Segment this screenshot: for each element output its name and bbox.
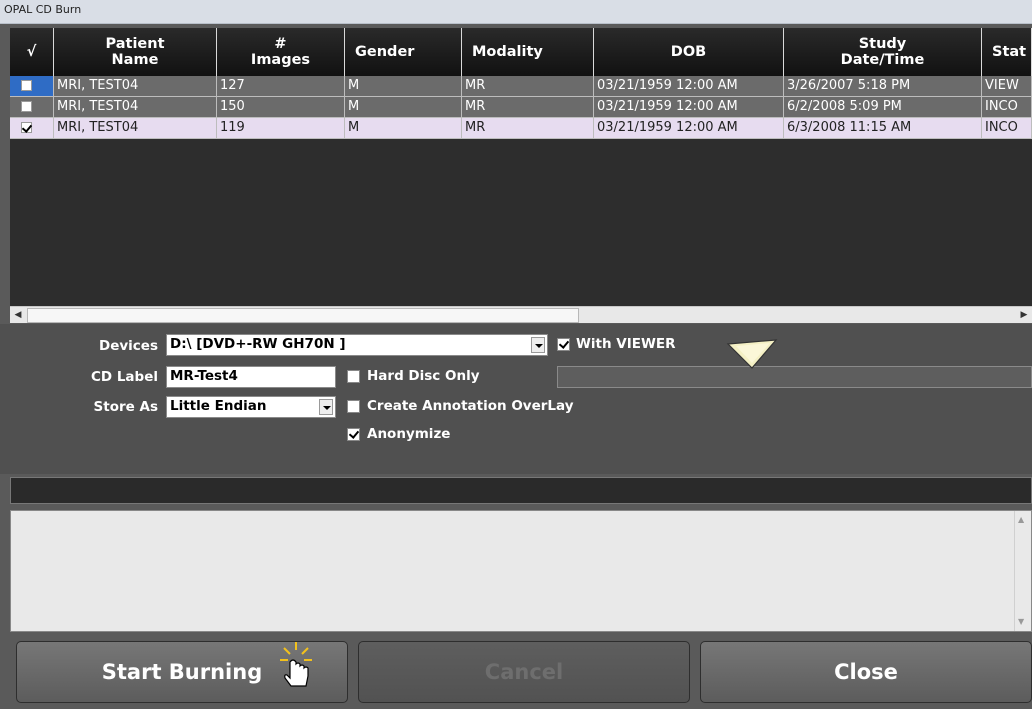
cell-images: 119 bbox=[217, 118, 345, 139]
progress-bar bbox=[10, 477, 1032, 504]
row-checkbox-checked[interactable] bbox=[21, 122, 32, 133]
cell-modality: MR bbox=[462, 118, 594, 139]
chevron-down-icon[interactable] bbox=[531, 337, 545, 353]
devices-label: Devices bbox=[99, 338, 158, 354]
cell-dob: 03/21/1959 12:00 AM bbox=[594, 76, 784, 97]
chevron-down-icon[interactable] bbox=[319, 399, 333, 415]
disc-path-field[interactable] bbox=[557, 366, 1032, 388]
pointer-arrow-icon bbox=[726, 339, 778, 369]
cell-status: INCO bbox=[982, 118, 1032, 139]
study-grid[interactable]: √ Patient Name # Images Gender Modality … bbox=[10, 28, 1032, 322]
cell-gender: M bbox=[345, 76, 462, 97]
with-viewer-checkbox[interactable] bbox=[557, 338, 570, 351]
annotation-overlay-checkbox[interactable] bbox=[347, 400, 360, 413]
scroll-thumb[interactable] bbox=[27, 308, 579, 323]
grid-header: √ Patient Name # Images Gender Modality … bbox=[10, 28, 1032, 76]
hard-disc-only-checkbox[interactable] bbox=[347, 370, 360, 383]
scroll-right-icon[interactable]: ▶ bbox=[1016, 307, 1032, 323]
cancel-button[interactable]: Cancel bbox=[358, 641, 690, 703]
header-modality[interactable]: Modality bbox=[462, 28, 594, 76]
cell-images: 127 bbox=[217, 76, 345, 97]
scroll-left-icon[interactable]: ◀ bbox=[10, 307, 26, 323]
close-button[interactable]: Close bbox=[700, 641, 1032, 703]
cell-gender: M bbox=[345, 118, 462, 139]
cell-patient-name: MRI, TEST04 bbox=[54, 76, 217, 97]
header-status[interactable]: Stat bbox=[982, 28, 1032, 76]
header-patient-name[interactable]: Patient Name bbox=[54, 28, 217, 76]
row-checkbox[interactable] bbox=[21, 80, 32, 91]
store-as-label: Store As bbox=[93, 399, 158, 415]
anonymize-checkbox[interactable] bbox=[347, 428, 360, 441]
header-study-datetime[interactable]: Study Date/Time bbox=[784, 28, 982, 76]
hand-cursor-icon bbox=[280, 642, 312, 687]
with-viewer-label: With VIEWER bbox=[576, 336, 676, 352]
cell-patient-name: MRI, TEST04 bbox=[54, 118, 217, 139]
vertical-scrollbar[interactable]: ▲ ▼ bbox=[1014, 511, 1031, 631]
button-row: Start Burning Cancel Close bbox=[0, 633, 1032, 709]
cell-modality: MR bbox=[462, 97, 594, 118]
cell-study-datetime: 6/3/2008 11:15 AM bbox=[784, 118, 982, 139]
devices-value: D:\ [DVD+-RW GH70N ] bbox=[170, 336, 346, 352]
header-dob[interactable]: DOB bbox=[594, 28, 784, 76]
table-row-selected[interactable]: MRI, TEST04 119 M MR 03/21/1959 12:00 AM… bbox=[10, 118, 1032, 139]
cd-label-label: CD Label bbox=[91, 369, 158, 385]
annotation-overlay-label: Create Annotation OverLay bbox=[367, 398, 574, 414]
cell-images: 150 bbox=[217, 97, 345, 118]
table-row[interactable]: MRI, TEST04 150 M MR 03/21/1959 12:00 AM… bbox=[10, 97, 1032, 118]
anonymize-label: Anonymize bbox=[367, 426, 451, 442]
cell-modality: MR bbox=[462, 76, 594, 97]
header-gender[interactable]: Gender bbox=[345, 28, 462, 76]
header-check[interactable]: √ bbox=[10, 28, 54, 76]
hard-disc-only-label: Hard Disc Only bbox=[367, 368, 480, 384]
cell-dob: 03/21/1959 12:00 AM bbox=[594, 97, 784, 118]
horizontal-scrollbar[interactable]: ◀ ▶ bbox=[10, 306, 1032, 323]
cell-gender: M bbox=[345, 97, 462, 118]
cd-label-input[interactable]: MR-Test4 bbox=[166, 366, 336, 388]
table-row[interactable]: MRI, TEST04 127 M MR 03/21/1959 12:00 AM… bbox=[10, 76, 1032, 97]
scroll-down-icon[interactable]: ▼ bbox=[1018, 617, 1024, 626]
cell-status: VIEW bbox=[982, 76, 1032, 97]
cell-status: INCO bbox=[982, 97, 1032, 118]
header-images[interactable]: # Images bbox=[217, 28, 345, 76]
cell-study-datetime: 6/2/2008 5:09 PM bbox=[784, 97, 982, 118]
window-title: OPAL CD Burn bbox=[0, 0, 1032, 24]
scroll-up-icon[interactable]: ▲ bbox=[1018, 515, 1024, 524]
cell-dob: 03/21/1959 12:00 AM bbox=[594, 118, 784, 139]
cell-patient-name: MRI, TEST04 bbox=[54, 97, 217, 118]
log-textarea[interactable]: ▲ ▼ bbox=[10, 510, 1032, 632]
store-as-select[interactable]: Little Endian bbox=[166, 396, 336, 418]
row-checkbox[interactable] bbox=[21, 101, 32, 112]
devices-select[interactable]: D:\ [DVD+-RW GH70N ] bbox=[166, 334, 548, 356]
store-as-value: Little Endian bbox=[170, 398, 267, 414]
cell-study-datetime: 3/26/2007 5:18 PM bbox=[784, 76, 982, 97]
